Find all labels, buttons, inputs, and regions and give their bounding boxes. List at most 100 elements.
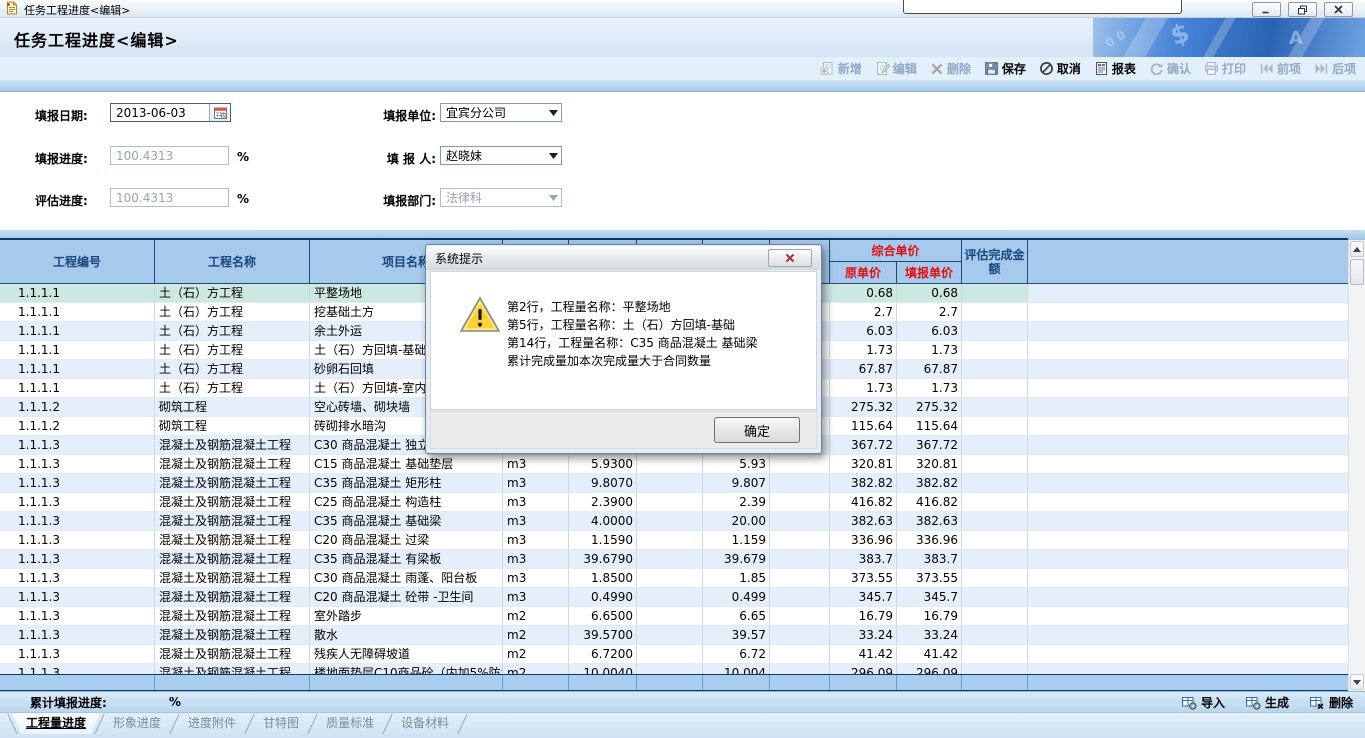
header-filler bbox=[1028, 240, 1348, 284]
warning-icon bbox=[459, 296, 501, 334]
report-date-field[interactable]: 2013-06-03 bbox=[110, 103, 231, 122]
restore-button[interactable] bbox=[1288, 2, 1317, 17]
table-cell: 混凝土及钢筋混凝土工程 bbox=[155, 455, 310, 474]
chevron-down-icon bbox=[549, 195, 558, 201]
table-row[interactable]: 1.1.1.3混凝土及钢筋混凝土工程楼地面垫层C10商品砼（内加5%防水剂）m2… bbox=[0, 664, 1348, 674]
table-row[interactable]: 1.1.1.3混凝土及钢筋混凝土工程C35 商品混凝土 矩形柱m39.80709… bbox=[0, 474, 1348, 493]
table-cell bbox=[962, 322, 1028, 341]
restore-icon bbox=[1297, 5, 1308, 15]
table-cell: 混凝土及钢筋混凝土工程 bbox=[155, 531, 310, 550]
table-cell: 367.72 bbox=[830, 436, 897, 455]
table-cell: 373.55 bbox=[897, 569, 962, 588]
table-cell: 275.32 bbox=[830, 398, 897, 417]
reporter-combo[interactable]: 赵晓妹 bbox=[440, 146, 562, 165]
table-cell: 0.68 bbox=[830, 284, 897, 303]
scrollbar-thumb[interactable] bbox=[1350, 259, 1364, 285]
table-cell: 1.73 bbox=[897, 341, 962, 360]
table-cell bbox=[962, 550, 1028, 569]
table-cell: 2.7 bbox=[830, 303, 897, 322]
table-cell: 39.679 bbox=[703, 550, 770, 569]
table-cell: 1.1.1.3 bbox=[0, 512, 155, 531]
table-cell: 345.7 bbox=[897, 588, 962, 607]
table-cell: 6.72 bbox=[703, 645, 770, 664]
table-cell: 1.1.1.3 bbox=[0, 436, 155, 455]
tab-image-progress[interactable]: 形象进度 bbox=[100, 713, 174, 734]
table-cell bbox=[962, 398, 1028, 417]
table-row[interactable]: 1.1.1.3混凝土及钢筋混凝土工程C35 商品混凝土 有梁板m339.6790… bbox=[0, 550, 1348, 569]
delete-icon bbox=[930, 62, 944, 76]
tab-quality-standard[interactable]: 质量标准 bbox=[313, 713, 387, 734]
table-cell bbox=[770, 550, 830, 569]
table-row[interactable]: 1.1.1.3混凝土及钢筋混凝土工程散水m239.570039.5733.243… bbox=[0, 626, 1348, 645]
table-cell: 1.159 bbox=[703, 531, 770, 550]
table-row[interactable]: 1.1.1.3混凝土及钢筋混凝土工程C20 商品混凝土 砼带 -卫生间m30.4… bbox=[0, 588, 1348, 607]
table-cell: 土（石）方工程 bbox=[155, 341, 310, 360]
table-cell: 1.73 bbox=[830, 341, 897, 360]
toolbar-button-report[interactable]: 报表 bbox=[1089, 59, 1141, 78]
close-button[interactable] bbox=[1324, 2, 1353, 17]
vertical-scrollbar[interactable] bbox=[1348, 240, 1365, 691]
chevron-down-icon bbox=[549, 110, 558, 116]
table-cell: 6.03 bbox=[830, 322, 897, 341]
toolbar-button-cancel[interactable]: 取消 bbox=[1034, 59, 1086, 78]
table-cell bbox=[962, 303, 1028, 322]
minimize-button[interactable] bbox=[1252, 2, 1281, 17]
report-progress-value: 100.4313 bbox=[111, 149, 228, 163]
dialog-ok-button[interactable]: 确定 bbox=[714, 417, 800, 443]
generate-button[interactable]: 生成 bbox=[1245, 694, 1289, 711]
table-cell bbox=[770, 474, 830, 493]
scrollbar-down-button[interactable] bbox=[1350, 674, 1364, 690]
table-cell: 1.1.1.3 bbox=[0, 645, 155, 664]
table-cell: 2.39 bbox=[703, 493, 770, 512]
table-row[interactable]: 1.1.1.3混凝土及钢筋混凝土工程C25 商品混凝土 构造柱m32.39002… bbox=[0, 493, 1348, 512]
table-cell: m2 bbox=[503, 664, 569, 674]
grid-summary-row bbox=[0, 674, 1348, 691]
import-button[interactable]: 导入 bbox=[1181, 694, 1225, 711]
tab-progress-attachments[interactable]: 进度附件 bbox=[175, 713, 249, 734]
table-row[interactable]: 1.1.1.3混凝土及钢筋混凝土工程C35 商品混凝土 基础梁m34.00002… bbox=[0, 512, 1348, 531]
tab-equipment-materials[interactable]: 设备材料 bbox=[388, 713, 462, 734]
toolbar-button-save[interactable]: 保存 bbox=[979, 59, 1031, 78]
summary-cell bbox=[569, 675, 637, 690]
table-row[interactable]: 1.1.1.3混凝土及钢筋混凝土工程残疾人无障碍坡道m26.72006.7241… bbox=[0, 645, 1348, 664]
table-cell: 混凝土及钢筋混凝土工程 bbox=[155, 626, 310, 645]
table-row[interactable]: 1.1.1.3混凝土及钢筋混凝土工程C20 商品混凝土 过梁m31.15901.… bbox=[0, 531, 1348, 550]
table-cell: 残疾人无障碍坡道 bbox=[310, 645, 503, 664]
toolbar-button-prev: 前项 bbox=[1254, 59, 1306, 78]
header-code: 工程编号 bbox=[0, 240, 155, 284]
report-unit-combo[interactable]: 宜宾分公司 bbox=[440, 103, 562, 122]
table-cell: 1.1.1.3 bbox=[0, 474, 155, 493]
date-picker-button[interactable] bbox=[209, 104, 230, 121]
table-cell: 5.93 bbox=[703, 455, 770, 474]
toolbar-button-print: 打印 bbox=[1199, 59, 1251, 78]
table-cell: 115.64 bbox=[897, 417, 962, 436]
dialog-titlebar: 系统提示 bbox=[427, 246, 820, 270]
tab-quantity-progress[interactable]: 工程量进度 bbox=[13, 713, 99, 734]
table-cell: m3 bbox=[503, 512, 569, 531]
tab-gantt-chart[interactable]: 甘特图 bbox=[250, 713, 312, 734]
minimize-icon bbox=[1261, 5, 1272, 14]
table-cell bbox=[637, 512, 703, 531]
scrollbar-up-button[interactable] bbox=[1350, 241, 1364, 257]
table-row[interactable]: 1.1.1.3混凝土及钢筋混凝土工程C15 商品混凝土 基础垫层m35.9300… bbox=[0, 455, 1348, 474]
table-cell: 4.0000 bbox=[569, 512, 637, 531]
table-cell: 1.1.1.3 bbox=[0, 569, 155, 588]
remove-button[interactable]: 删除 bbox=[1309, 694, 1353, 711]
table-cell: 0.4990 bbox=[569, 588, 637, 607]
table-cell: 9.807 bbox=[703, 474, 770, 493]
table-cell bbox=[1028, 398, 1348, 417]
report-progress-field: 100.4313 bbox=[110, 146, 229, 165]
import-icon bbox=[1181, 695, 1197, 710]
table-cell: 混凝土及钢筋混凝土工程 bbox=[155, 550, 310, 569]
table-row[interactable]: 1.1.1.3混凝土及钢筋混凝土工程C30 商品混凝土 雨蓬、阳台板m31.85… bbox=[0, 569, 1348, 588]
table-cell bbox=[637, 626, 703, 645]
table-cell: 1.1.1.1 bbox=[0, 322, 155, 341]
table-cell bbox=[1028, 607, 1348, 626]
chevron-down-icon bbox=[549, 153, 558, 159]
table-cell: 混凝土及钢筋混凝土工程 bbox=[155, 569, 310, 588]
table-row[interactable]: 1.1.1.3混凝土及钢筋混凝土工程室外踏步m26.65006.6516.791… bbox=[0, 607, 1348, 626]
table-cell bbox=[962, 474, 1028, 493]
table-cell: 382.82 bbox=[830, 474, 897, 493]
table-cell bbox=[1028, 360, 1348, 379]
dialog-close-button[interactable] bbox=[768, 249, 812, 267]
